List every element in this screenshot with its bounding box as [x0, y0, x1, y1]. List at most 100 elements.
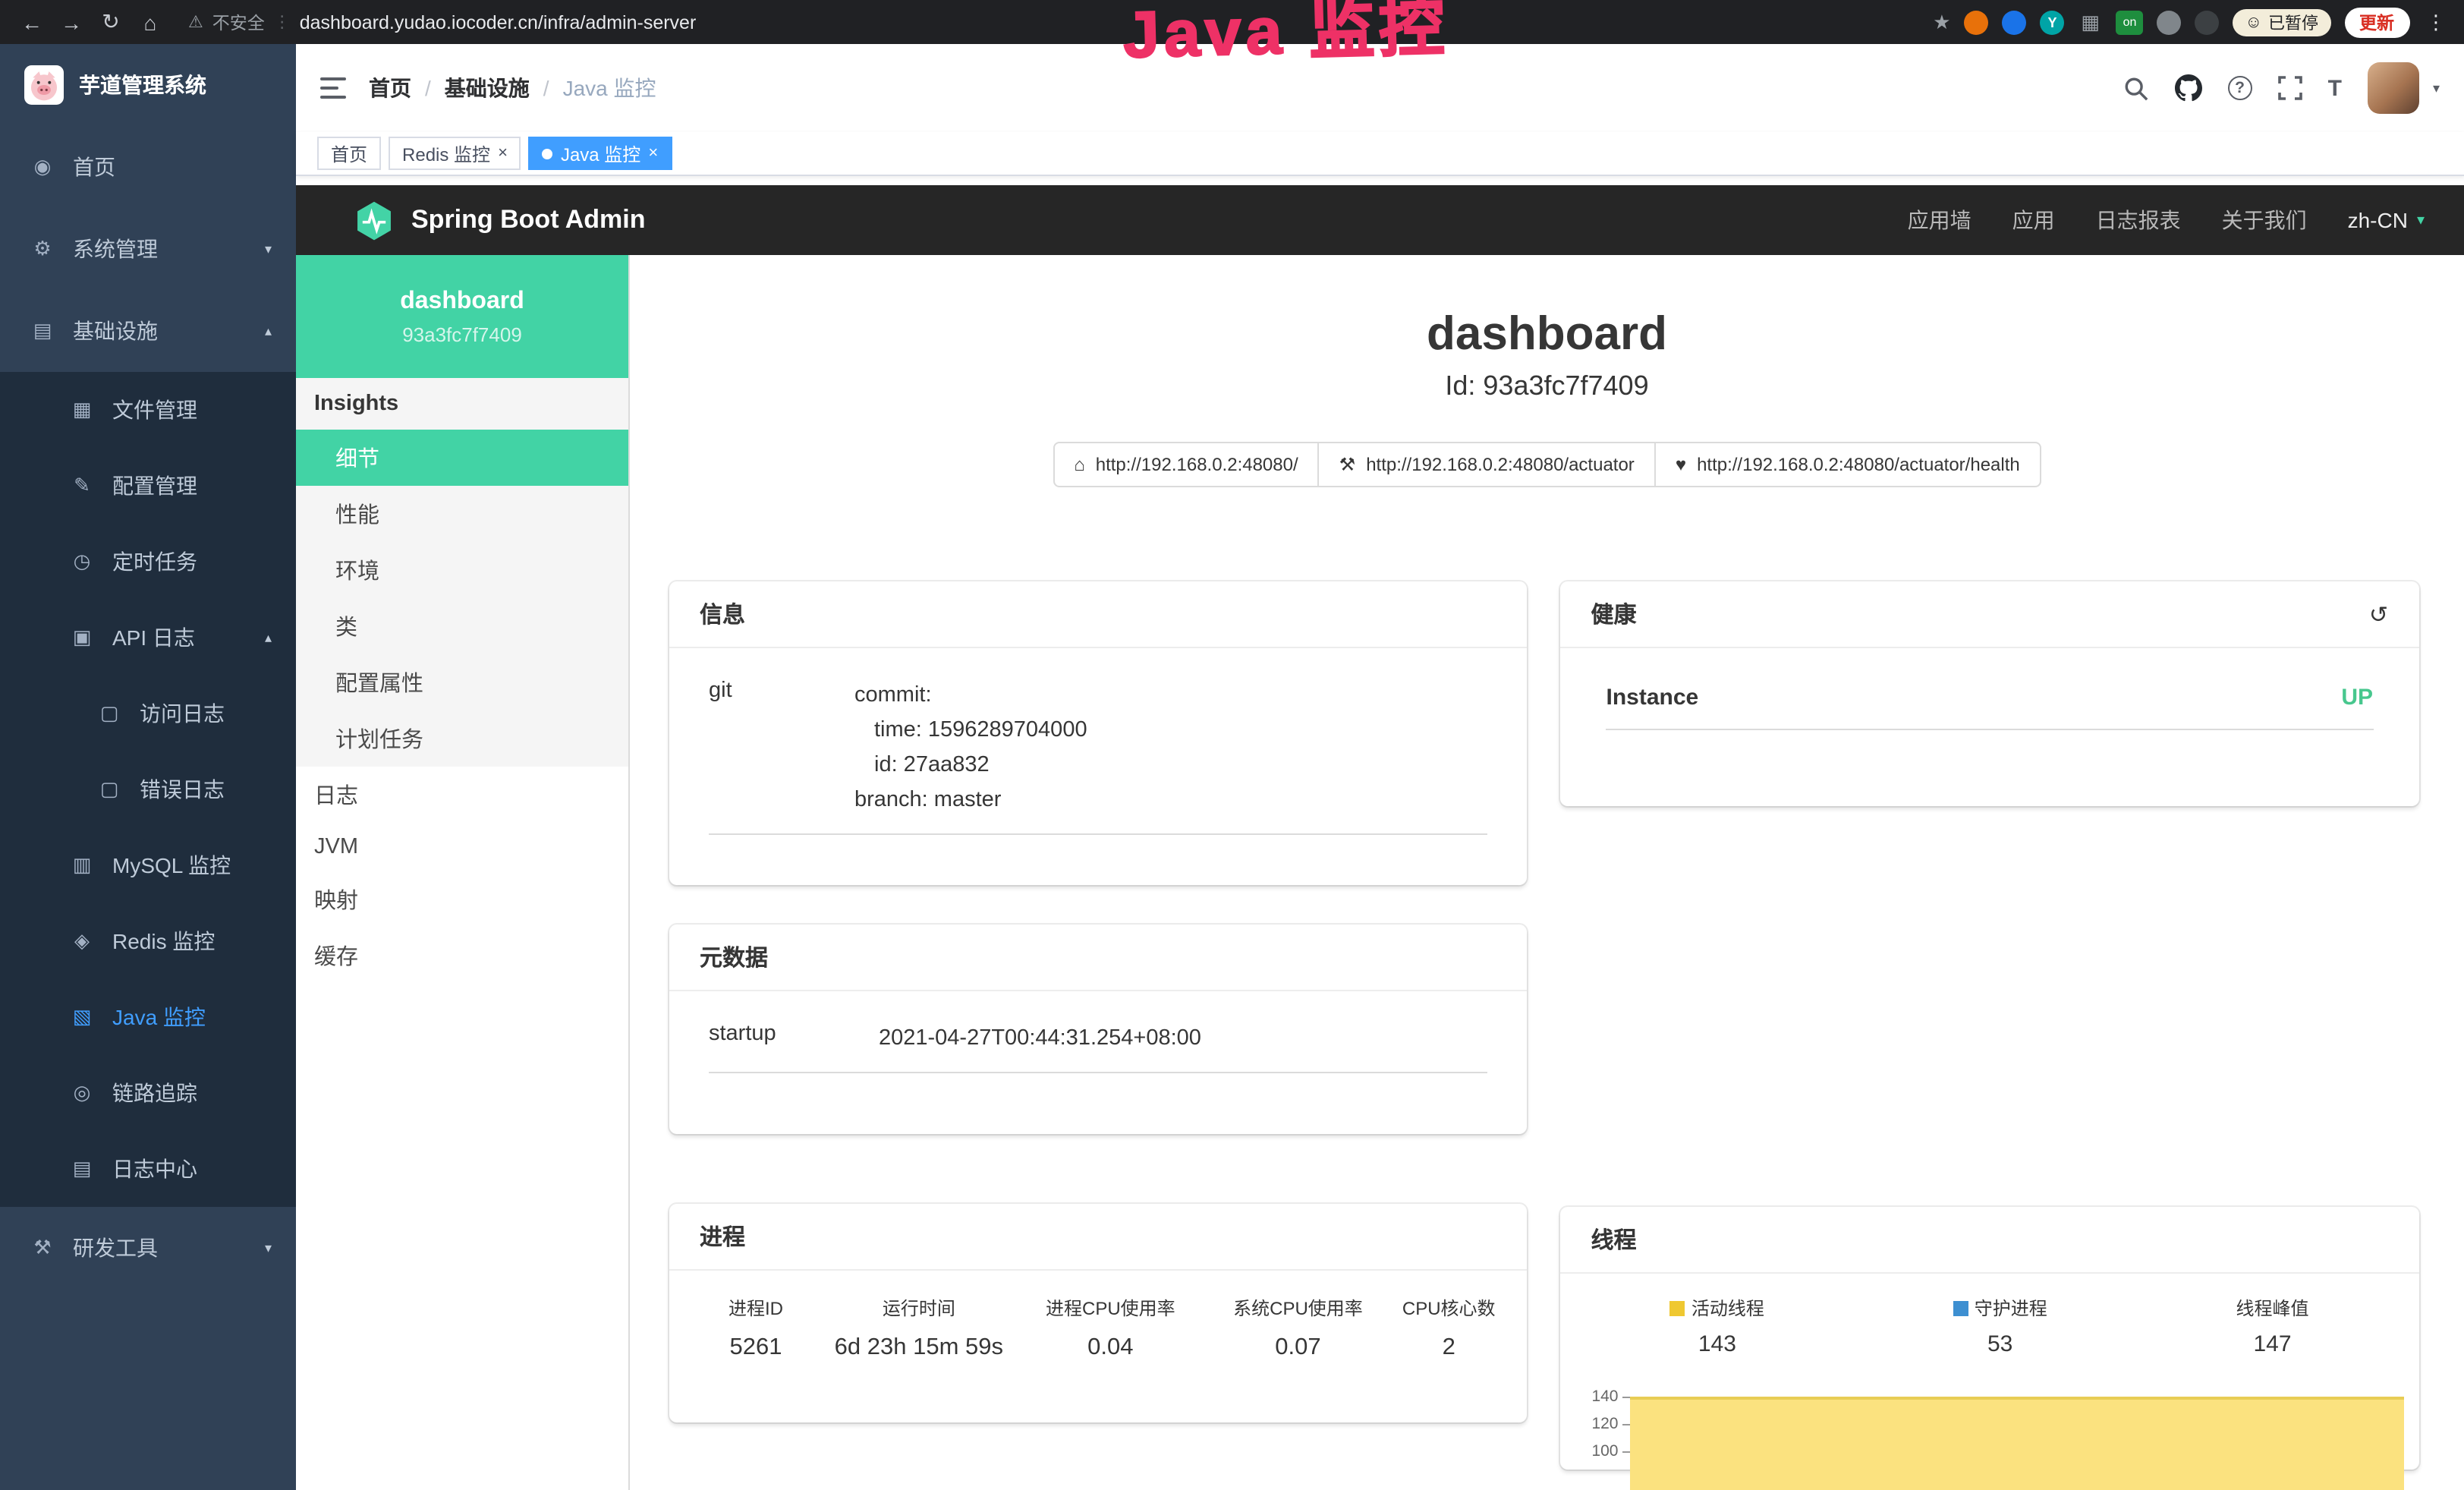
sidebar-item-file[interactable]: ▦ 文件管理: [0, 372, 296, 448]
font-size-icon[interactable]: T: [2328, 75, 2342, 101]
sidebar-item-mysql[interactable]: ▥ MySQL 监控: [0, 827, 296, 903]
locale-selector[interactable]: zh-CN ▾: [2348, 208, 2425, 232]
insights-section-label[interactable]: Insights: [296, 378, 628, 430]
browser-menu-icon[interactable]: ⋮: [2423, 10, 2449, 34]
sba-item-environment[interactable]: 环境: [296, 542, 628, 598]
sidebar-item-infra[interactable]: ▤ 基础设施 ▴: [0, 290, 296, 372]
sba-item-mappings[interactable]: 映射: [296, 871, 628, 928]
sidebar-item-job[interactable]: ◷ 定时任务: [0, 524, 296, 600]
process-table-header: 进程ID 运行时间 进程CPU使用率 系统CPU使用率 CPU核心数: [691, 1283, 1506, 1324]
java-monitor-page: Spring Boot Admin 应用墙 应用 日志报表 关于我们 zh-CN…: [296, 176, 2464, 1490]
sba-brand-label: Spring Boot Admin: [411, 205, 646, 235]
status-badge: UP: [2341, 685, 2373, 710]
address-bar[interactable]: ⚠ 不安全 ⋮ dashboard.yudao.iocoder.cn/infra…: [188, 10, 1927, 34]
database-icon: ▥: [70, 853, 94, 877]
sba-item-caches[interactable]: 缓存: [296, 928, 628, 984]
tag-java[interactable]: Java 监控 ×: [529, 137, 672, 170]
system-cpu: 0.07: [1204, 1324, 1392, 1368]
history-icon[interactable]: ↺: [2369, 600, 2388, 628]
threads-chart-plot: [1631, 1384, 2407, 1470]
gear-icon: ⚙: [30, 237, 55, 261]
sba-item-jvm[interactable]: JVM: [296, 823, 628, 871]
instance-header[interactable]: dashboard 93a3fc7f7409: [296, 255, 628, 378]
extension-leaf-icon[interactable]: [2157, 10, 2182, 34]
sba-item-properties[interactable]: 配置属性: [296, 654, 628, 710]
extension-puzzle-icon[interactable]: [2195, 10, 2220, 34]
profile-paused-badge[interactable]: ☺ 已暂停: [2233, 8, 2330, 36]
git-branch: branch: master: [854, 783, 1087, 818]
help-icon[interactable]: ?: [2228, 76, 2252, 100]
breadcrumb-home[interactable]: 首页: [369, 73, 411, 103]
sba-item-scheduled-tasks[interactable]: 计划任务: [296, 710, 628, 767]
tag-redis[interactable]: Redis 监控 ×: [389, 137, 521, 170]
nav-about[interactable]: 关于我们: [2222, 205, 2307, 235]
sidebar-item-label: 日志中心: [112, 1154, 197, 1184]
breadcrumb-separator: /: [425, 76, 431, 100]
metadata-card-title: 元数据: [700, 941, 768, 973]
nav-journal[interactable]: 日志报表: [2096, 205, 2181, 235]
avatar-caret-icon[interactable]: ▾: [2433, 80, 2440, 96]
extension-on-badge[interactable]: on: [2116, 10, 2144, 34]
sba-item-logs[interactable]: 日志: [296, 767, 628, 823]
extensions-grid-icon[interactable]: ▦: [2079, 10, 2103, 34]
sidebar-item-trace[interactable]: ◎ 链路追踪: [0, 1055, 296, 1131]
app-title: 芋道管理系统: [79, 70, 206, 100]
close-icon[interactable]: ×: [498, 144, 508, 162]
health-instance-row[interactable]: Instance UP: [1606, 685, 2374, 730]
sidebar-item-java[interactable]: ▧ Java 监控: [0, 979, 296, 1055]
sba-item-performance[interactable]: 性能: [296, 486, 628, 542]
health-url-button[interactable]: ♥ http://192.168.0.2:48080/actuator/heal…: [1654, 442, 2041, 487]
sidebar-item-label: 首页: [73, 152, 115, 182]
process-card: 进程 进程ID 运行时间 进程CPU使用率 系统CPU使用率 CPU核心数: [669, 1204, 1528, 1422]
bookmark-star-icon[interactable]: ★: [1933, 10, 1950, 34]
back-icon[interactable]: ←: [15, 7, 49, 37]
actuator-url: http://192.168.0.2:48080/actuator: [1366, 454, 1635, 475]
sidebar-item-log-center[interactable]: ▤ 日志中心: [0, 1131, 296, 1207]
tag-home[interactable]: 首页: [317, 137, 381, 170]
nav-applications[interactable]: 应用: [2012, 205, 2055, 235]
sba-brand[interactable]: Spring Boot Admin: [354, 200, 646, 241]
app-logo[interactable]: 芋道管理系统: [0, 44, 296, 126]
threads-legend: 活动线程 143 守护进程 53 线程峰值: [1561, 1274, 2419, 1360]
hamburger-icon[interactable]: [320, 77, 346, 99]
github-icon[interactable]: [2175, 74, 2202, 102]
warning-icon[interactable]: ⚠: [188, 12, 203, 32]
extension-drop-icon[interactable]: [2003, 10, 2027, 34]
legend-live-threads: 活动线程 143: [1670, 1295, 1764, 1357]
reload-icon[interactable]: ↻: [94, 7, 127, 37]
y-tick: 120: [1591, 1415, 1618, 1433]
extension-y-icon[interactable]: Y: [2041, 10, 2065, 34]
fullscreen-icon[interactable]: [2278, 76, 2302, 100]
nav-wall[interactable]: 应用墙: [1908, 205, 1972, 235]
avatar[interactable]: [2368, 62, 2419, 114]
sba-item-classes[interactable]: 类: [296, 598, 628, 654]
sidebar-item-devtools[interactable]: ⚒ 研发工具 ▾: [0, 1207, 296, 1289]
actuator-url-button[interactable]: ⚒ http://192.168.0.2:48080/actuator: [1318, 442, 1656, 487]
breadcrumb-infra[interactable]: 基础设施: [445, 73, 530, 103]
tag-label: Java 监控: [561, 140, 640, 166]
search-icon[interactable]: [2123, 75, 2149, 101]
sidebar-item-api-log[interactable]: ▣ API 日志 ▴: [0, 600, 296, 676]
paused-label: 已暂停: [2268, 10, 2318, 34]
sidebar-item-config[interactable]: ✎ 配置管理: [0, 448, 296, 524]
service-url: http://192.168.0.2:48080/: [1096, 454, 1298, 475]
sidebar-item-system[interactable]: ⚙ 系统管理 ▾: [0, 208, 296, 290]
y-tick: 140: [1591, 1388, 1618, 1406]
process-col-cores: CPU核心数: [1392, 1283, 1506, 1324]
live-threads-swatch: [1670, 1300, 1685, 1315]
update-button[interactable]: 更新: [2344, 7, 2409, 37]
home-icon[interactable]: ⌂: [134, 7, 167, 37]
sidebar-item-home[interactable]: ◉ 首页: [0, 126, 296, 208]
extension-fox-icon[interactable]: [1965, 10, 1989, 34]
sba-item-details[interactable]: 细节: [296, 430, 628, 486]
sidebar-item-access-log[interactable]: ▢ 访问日志: [0, 676, 296, 751]
sidebar-item-error-log[interactable]: ▢ 错误日志: [0, 751, 296, 827]
cpu-cores: 2: [1392, 1324, 1506, 1368]
sidebar-item-redis[interactable]: ◈ Redis 监控: [0, 903, 296, 979]
sidebar-item-label: 错误日志: [140, 774, 225, 805]
close-icon[interactable]: ×: [648, 144, 658, 162]
edit-icon: ✎: [70, 474, 94, 498]
forward-icon[interactable]: →: [55, 7, 88, 37]
service-url-button[interactable]: ⌂ http://192.168.0.2:48080/: [1053, 442, 1319, 487]
log-icon: ▣: [70, 625, 94, 650]
